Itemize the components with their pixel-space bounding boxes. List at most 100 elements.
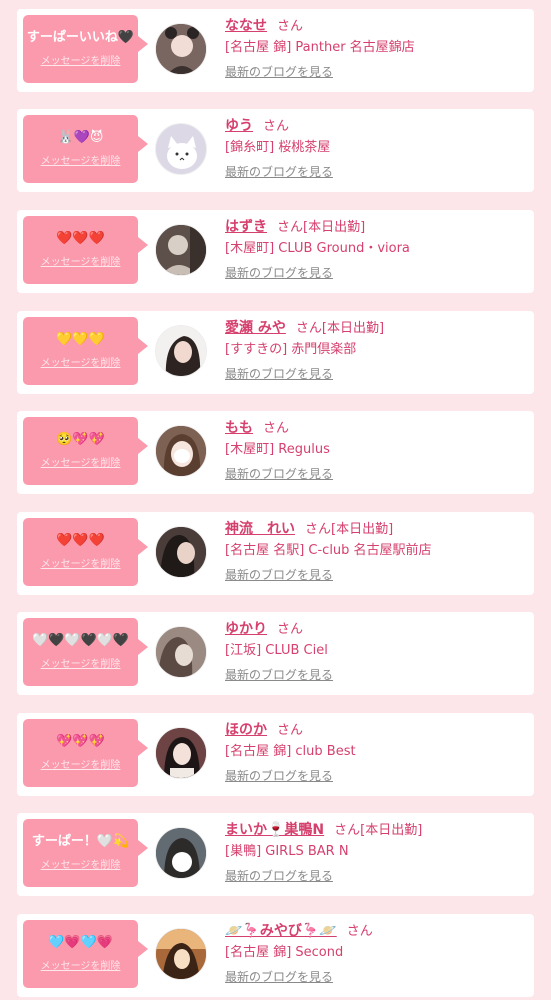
avatar[interactable] — [155, 23, 207, 75]
message-text: すーぱーいいね🖤 — [26, 30, 135, 45]
message-bubble: すーぱー！🤍💫 メッセージを削除 — [23, 819, 148, 887]
avatar[interactable] — [155, 626, 207, 678]
list-item: 🥺💖💖 メッセージを削除 もも さん [木屋町] Regulus 最新のブログを見… — [17, 411, 534, 494]
honorific: さん — [277, 220, 304, 235]
avatar[interactable] — [155, 425, 207, 477]
profile-name-link[interactable]: はずき — [225, 219, 267, 235]
avatar-photo — [156, 326, 206, 376]
avatar-photo — [156, 929, 206, 979]
shop-label: [名古屋 錦] Panther 名古屋錦店 — [225, 40, 415, 55]
honorific: さん — [263, 421, 290, 436]
delete-message-link[interactable]: メッセージを削除 — [23, 559, 138, 571]
delete-message-link[interactable]: メッセージを削除 — [23, 56, 138, 68]
delete-message-link[interactable]: メッセージを削除 — [23, 760, 138, 772]
honorific: さん — [346, 924, 373, 939]
latest-blog-link[interactable]: 最新のブログを見る — [225, 969, 333, 985]
message-text: すーぱー！🤍💫 — [31, 834, 130, 849]
message-bubble: ❤️❤️❤️ メッセージを削除 — [23, 518, 148, 586]
honorific: さん — [277, 723, 304, 738]
shop-label: [名古屋 錦] Second — [225, 945, 344, 960]
latest-blog-link[interactable]: 最新のブログを見る — [225, 466, 333, 482]
message-text: ❤️❤️❤️ — [56, 231, 105, 246]
honorific: さん — [305, 522, 332, 537]
working-today-badge: [本日出勤] — [360, 823, 423, 838]
avatar-photo — [156, 828, 206, 878]
message-bubble: すーぱーいいね🖤 メッセージを削除 — [23, 15, 148, 83]
shop-label: [錦糸町] 桜桃茶屋 — [225, 140, 331, 155]
avatar[interactable] — [155, 827, 207, 879]
profile-name-link[interactable]: もも — [225, 420, 253, 436]
message-bubble: ❤️❤️❤️ メッセージを削除 — [23, 216, 148, 284]
profile-name-link[interactable]: まいか🍷巣鴨N — [225, 822, 324, 838]
shop-label: [江坂] CLUB Ciel — [225, 643, 328, 658]
message-bubble: 🥺💖💖 メッセージを削除 — [23, 417, 148, 485]
list-item: すーぱー！🤍💫 メッセージを削除 まいか🍷巣鴨N さん[本日出勤] [巣鴨] GI… — [17, 813, 534, 896]
avatar-photo — [156, 728, 206, 778]
avatar[interactable] — [155, 325, 207, 377]
profile-name-link[interactable]: ななせ — [225, 18, 267, 34]
avatar-photo — [156, 627, 206, 677]
list-item: 🩵💗🩵💗 メッセージを削除 🪐🦩みやび🦩🪐 さん [名古屋 錦] Second 最… — [17, 914, 534, 997]
message-bubble: 🩵💗🩵💗 メッセージを削除 — [23, 920, 148, 988]
message-text: 🩵💗🩵💗 — [48, 935, 113, 950]
delete-message-link[interactable]: メッセージを削除 — [23, 860, 138, 872]
latest-blog-link[interactable]: 最新のブログを見る — [225, 64, 333, 80]
profile-name-link[interactable]: 🪐🦩みやび🦩🪐 — [225, 923, 337, 939]
delete-message-link[interactable]: メッセージを削除 — [23, 358, 138, 370]
list-item: 💛💛💛 メッセージを削除 愛瀬 みや さん[本日出勤] [すすきの] 赤門倶楽部 … — [17, 311, 534, 394]
shop-label: [木屋町] CLUB Ground・viora — [225, 241, 410, 256]
profile-name-link[interactable]: ほのか — [225, 722, 267, 738]
avatar-photo — [156, 527, 206, 577]
shop-label: [木屋町] Regulus — [225, 442, 330, 457]
list-item: ❤️❤️❤️ メッセージを削除 はずき さん[本日出勤] [木屋町] CLUB G… — [17, 210, 534, 293]
message-bubble: 💖💖💖 メッセージを削除 — [23, 719, 148, 787]
shop-label: [巣鴨] GIRLS BAR N — [225, 844, 349, 859]
avatar[interactable] — [155, 224, 207, 276]
avatar[interactable] — [155, 526, 207, 578]
message-bubble: 🤍🖤🤍🖤🤍🖤 メッセージを削除 — [23, 618, 148, 686]
latest-blog-link[interactable]: 最新のブログを見る — [225, 768, 333, 784]
working-today-badge: [本日出勤] — [303, 220, 366, 235]
profile-name-link[interactable]: ゆう — [225, 118, 253, 134]
latest-blog-link[interactable]: 最新のブログを見る — [225, 164, 333, 180]
avatar[interactable] — [155, 123, 207, 175]
shop-label: [すすきの] 赤門倶楽部 — [225, 342, 357, 357]
message-bubble: 💛💛💛 メッセージを削除 — [23, 317, 148, 385]
latest-blog-link[interactable]: 最新のブログを見る — [225, 868, 333, 884]
message-text: ❤️❤️❤️ — [56, 533, 105, 548]
avatar-photo — [156, 426, 206, 476]
honorific: さん — [263, 119, 290, 134]
latest-blog-link[interactable]: 最新のブログを見る — [225, 667, 333, 683]
profile-name-link[interactable]: 愛瀬 みや — [225, 320, 286, 336]
avatar-cat-illustration — [156, 124, 206, 174]
delete-message-link[interactable]: メッセージを削除 — [23, 659, 138, 671]
avatar-photo — [156, 225, 206, 275]
latest-blog-link[interactable]: 最新のブログを見る — [225, 567, 333, 583]
latest-blog-link[interactable]: 最新のブログを見る — [225, 265, 333, 281]
list-item: 💖💖💖 メッセージを削除 ほのか さん [名古屋 錦] club Best 最新の… — [17, 713, 534, 796]
honorific: さん — [277, 622, 304, 637]
honorific: さん — [277, 19, 304, 34]
honorific: さん — [334, 823, 361, 838]
list-item: 🤍🖤🤍🖤🤍🖤 メッセージを削除 ゆかり さん [江坂] CLUB Ciel 最新の… — [17, 612, 534, 695]
message-list: すーぱーいいね🖤 メッセージを削除 ななせ さん [名古屋 錦] Panther … — [0, 0, 551, 1000]
avatar[interactable] — [155, 727, 207, 779]
message-text: 💛💛💛 — [56, 332, 105, 347]
delete-message-link[interactable]: メッセージを削除 — [23, 257, 138, 269]
profile-name-link[interactable]: 神流 れい — [225, 521, 295, 537]
message-text: 💖💖💖 — [56, 734, 105, 749]
shop-label: [名古屋 名駅] C-club 名古屋駅前店 — [225, 543, 432, 558]
working-today-badge: [本日出勤] — [321, 321, 385, 336]
latest-blog-link[interactable]: 最新のブログを見る — [225, 366, 333, 382]
honorific: さん — [295, 321, 322, 336]
avatar[interactable] — [155, 928, 207, 980]
list-item: ❤️❤️❤️ メッセージを削除 神流 れい さん[本日出勤] [名古屋 名駅] C… — [17, 512, 534, 595]
delete-message-link[interactable]: メッセージを削除 — [23, 156, 138, 168]
profile-name-link[interactable]: ゆかり — [225, 621, 267, 637]
working-today-badge: [本日出勤] — [331, 522, 394, 537]
message-bubble: 🐰💜😈 メッセージを削除 — [23, 115, 148, 183]
list-item: 🐰💜😈 メッセージを削除 ゆう さん [錦糸町] 桜桃茶屋 最新のブログを見る — [17, 109, 534, 192]
delete-message-link[interactable]: メッセージを削除 — [23, 961, 138, 973]
message-text: 🥺💖💖 — [56, 432, 105, 447]
delete-message-link[interactable]: メッセージを削除 — [23, 458, 138, 470]
